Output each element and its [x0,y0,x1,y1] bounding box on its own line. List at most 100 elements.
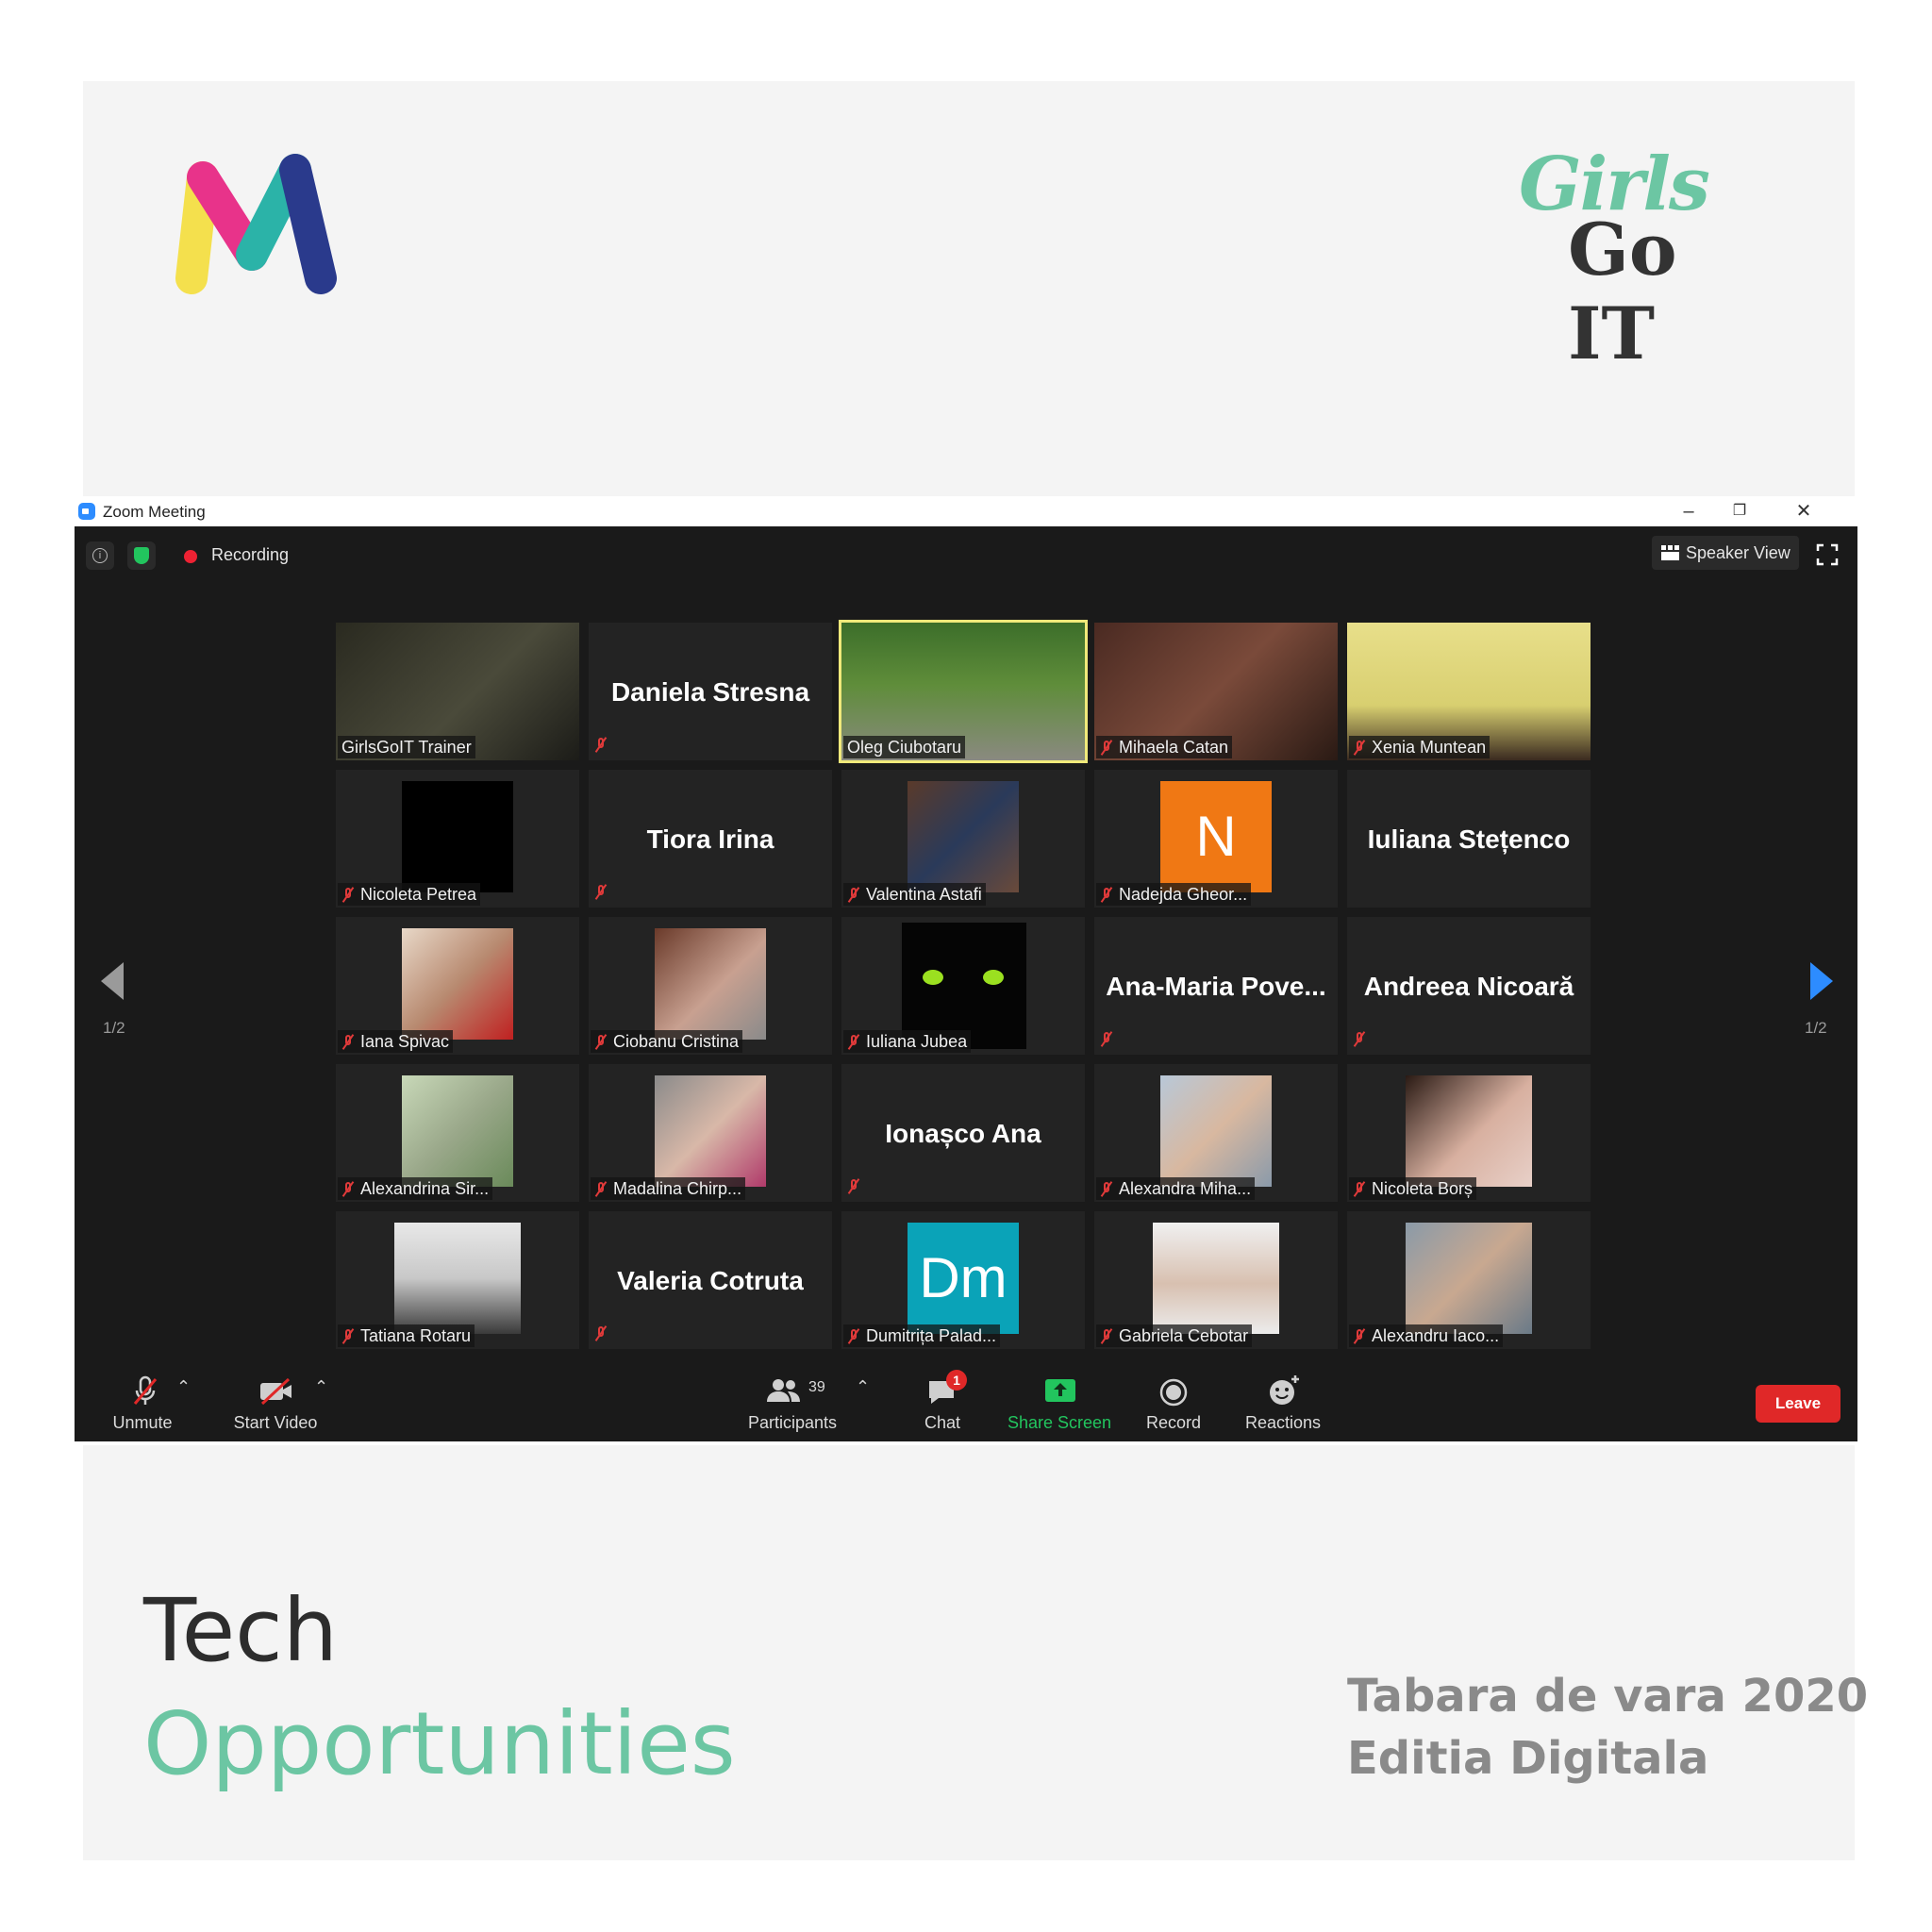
profile-photo [908,781,1019,892]
participants-count: 39 [808,1379,825,1395]
reactions-button[interactable]: Reactions [1231,1364,1335,1440]
participant-tile[interactable]: Alexandru Iaco... [1347,1211,1591,1349]
muted-mic-icon [1353,1032,1372,1049]
close-icon[interactable]: ✕ [1790,498,1818,525]
profile-photo [394,1223,521,1334]
muted-mic-icon [341,888,355,901]
participant-name: Nicoleta Borș [1349,1177,1477,1200]
speaker-view-button[interactable]: Speaker View [1652,536,1799,570]
participant-name: Iuliana Jubea [843,1030,972,1053]
participant-tile[interactable]: Ana-Maria Pove... [1094,917,1338,1055]
participant-name: Nicoleta Petrea [338,883,481,906]
participant-name: Valentina Astafi [843,883,986,906]
active-speaker-tile[interactable]: Oleg Ciubotaru [839,620,1088,763]
participant-tile[interactable]: Dm Dumitrița Palad... [841,1211,1085,1349]
participants-icon [767,1379,800,1402]
next-page-arrow-icon[interactable] [1810,962,1833,1000]
reactions-label: Reactions [1244,1413,1322,1432]
logo-word-go-it: Go IT [1568,208,1677,375]
participant-tile[interactable]: GirlsGoIT Trainer [336,623,579,760]
participant-name: Xenia Muntean [1349,736,1491,758]
participant-tile[interactable]: Gabriela Cebotar [1094,1211,1338,1349]
minimize-icon[interactable]: – [1674,498,1703,525]
unmute-button[interactable]: Unmute [93,1364,192,1440]
muted-mic-icon [847,1329,860,1342]
participant-tile[interactable]: Tiora Irina [589,770,832,908]
muted-mic-icon [341,1035,355,1048]
encryption-button[interactable] [127,541,156,570]
girls-go-it-logo: Girls Go IT [1519,142,1783,375]
participant-name: Alexandra Miha... [1096,1177,1256,1200]
record-button[interactable]: Record [1131,1364,1216,1440]
participant-tile[interactable]: Iana Spivac [336,917,579,1055]
participant-tile[interactable]: Ciobanu Cristina [589,917,832,1055]
m-logo [175,154,337,294]
muted-mic-icon [1100,1032,1119,1049]
participant-tile[interactable]: Mihaela Catan [1094,623,1338,760]
participant-tile[interactable]: Andreea Nicoară [1347,917,1591,1055]
participant-name: Alexandru Iaco... [1349,1324,1504,1347]
chat-label: Chat [924,1413,961,1432]
participant-name: Mihaela Catan [1096,736,1233,758]
participants-options-caret-icon[interactable]: ⌃ [856,1377,870,1397]
info-icon: i [92,548,108,563]
start-video-button[interactable]: Start Video [216,1364,335,1440]
page-indicator-left: 1/2 [103,1019,125,1037]
muted-mic-icon [594,738,613,755]
participant-name: Gabriela Cebotar [1096,1324,1253,1347]
muted-mic-icon [1100,1329,1113,1342]
video-off-icon [260,1377,291,1406]
participant-display-name: Ionașco Ana [885,1119,1041,1148]
participant-name: Oleg Ciubotaru [843,736,966,758]
start-video-label: Start Video [233,1413,318,1432]
chat-button[interactable]: 1 Chat [905,1364,980,1440]
participant-tile[interactable]: Iuliana Stețenco [1347,770,1591,908]
muted-mic-icon [1100,888,1113,901]
profile-photo [1160,1075,1272,1187]
initials-avatar: Dm [908,1223,1019,1334]
share-screen-button[interactable]: Share Screen [1003,1364,1116,1440]
muted-mic-icon [341,1329,355,1342]
participant-tile[interactable]: Nicoleta Borș [1347,1064,1591,1202]
participants-button[interactable]: 39 Participants [741,1364,844,1440]
participant-tile[interactable]: Tatiana Rotaru [336,1211,579,1349]
poster-title-line1: Tech [143,1580,339,1681]
page-indicator-right: 1/2 [1805,1019,1827,1037]
previous-page-arrow-icon[interactable] [101,962,124,1000]
record-label: Record [1145,1413,1202,1432]
share-screen-label: Share Screen [1007,1413,1112,1432]
initials-avatar: N [1160,781,1272,892]
fullscreen-icon[interactable] [1816,543,1839,566]
profile-photo [402,781,513,892]
video-options-caret-icon[interactable]: ⌃ [314,1377,328,1397]
restore-icon[interactable]: ❐ [1725,498,1754,525]
leave-meeting-button[interactable]: Leave [1756,1385,1840,1423]
muted-mic-icon [594,885,613,902]
participant-tile[interactable]: Iuliana Jubea [841,917,1085,1055]
meeting-toolbar: Unmute ⌃ Start Video ⌃ 39 Participants ⌃ [75,1364,1857,1441]
participant-tile[interactable]: Xenia Muntean [1347,623,1591,760]
zoom-app-icon [78,503,95,520]
participant-gallery: GirlsGoIT Trainer Daniela Stresna Oleg C… [336,620,1596,1349]
muted-mic-icon [1100,1182,1113,1195]
meeting-info-button[interactable]: i [86,541,114,570]
meeting-window: i Recording Speaker View 1/2 1/2 GirlsGo… [75,526,1857,1441]
audio-options-caret-icon[interactable]: ⌃ [176,1377,191,1397]
participant-name: Nadejda Gheor... [1096,883,1252,906]
profile-photo [402,928,513,1040]
participant-tile[interactable]: Valeria Cotruta [589,1211,832,1349]
participant-display-name: Ana-Maria Pove... [1106,972,1326,1001]
participant-tile[interactable]: Daniela Stresna [589,623,832,760]
participant-name: Ciobanu Cristina [591,1030,743,1053]
muted-mic-icon [594,1035,608,1048]
participant-tile[interactable]: N Nadejda Gheor... [1094,770,1338,908]
profile-photo [655,928,766,1040]
profile-photo [1406,1223,1532,1334]
participant-tile[interactable]: Alexandra Miha... [1094,1064,1338,1202]
participant-tile[interactable]: Ionașco Ana [841,1064,1085,1202]
participant-tile[interactable]: Madalina Chirp... [589,1064,832,1202]
participant-tile[interactable]: Nicoleta Petrea [336,770,579,908]
speaker-view-label: Speaker View [1686,543,1790,562]
participant-tile[interactable]: Alexandrina Sir... [336,1064,579,1202]
participant-tile[interactable]: Valentina Astafi [841,770,1085,908]
